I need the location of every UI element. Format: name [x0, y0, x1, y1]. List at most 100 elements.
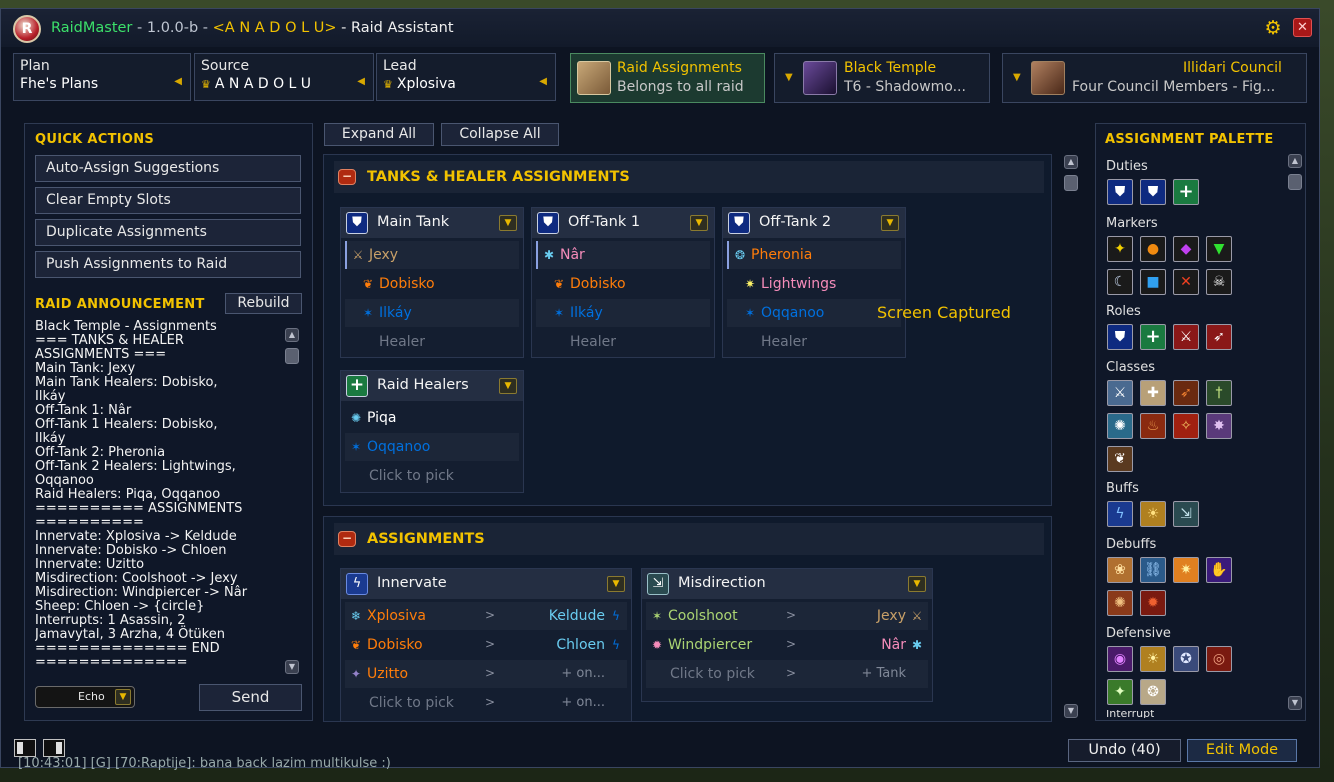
skull-marker-icon[interactable]: ☠	[1206, 269, 1232, 295]
warrior-class-icon[interactable]: ⚔	[1107, 380, 1133, 406]
clear-empty-slots-button[interactable]: Clear Empty Slots	[35, 187, 301, 214]
scroll-down-icon[interactable]: ▼	[1288, 696, 1302, 710]
mage-class-icon[interactable]: ✧	[1173, 413, 1199, 439]
shadow-protection-icon[interactable]: ◉	[1107, 646, 1133, 672]
push-assignments-button[interactable]: Push Assignments to Raid	[35, 251, 301, 278]
banish-debuff-icon[interactable]: ✷	[1173, 557, 1199, 583]
layout-right-icon[interactable]	[43, 739, 65, 757]
scrollbar-thumb[interactable]	[1288, 174, 1302, 190]
misdirection-buff-icon[interactable]: ⇲	[1173, 501, 1199, 527]
scroll-down-icon[interactable]: ▼	[1064, 704, 1078, 718]
list-item[interactable]: ✶ Ilkáy	[345, 299, 519, 327]
triangle-marker-icon[interactable]: ▼	[1206, 236, 1232, 262]
auto-assign-button[interactable]: Auto-Assign Suggestions	[35, 155, 301, 182]
list-item[interactable]: ✶ Ilkáy	[536, 299, 710, 327]
list-item[interactable]: ✺ Piqa	[345, 404, 519, 432]
list-item[interactable]: ✱ Nâr	[536, 241, 710, 269]
trap-debuff-icon[interactable]: ✺	[1107, 590, 1133, 616]
healer-duty-icon[interactable]: +	[1173, 179, 1199, 205]
scrollbar-thumb[interactable]	[1064, 175, 1078, 191]
sheep-debuff-icon[interactable]: ❀	[1107, 557, 1133, 583]
table-row[interactable]: ❄ Xplosiva > Keldude ϟ	[345, 602, 627, 630]
list-item[interactable]: Click to pick	[345, 462, 519, 490]
table-row[interactable]: ❦ Dobisko > Chloen ϟ	[345, 631, 627, 659]
divine-shield-icon[interactable]: ☀	[1140, 646, 1166, 672]
edit-mode-button[interactable]: Edit Mode	[1187, 739, 1297, 762]
warlock-class-icon[interactable]: ✸	[1206, 413, 1232, 439]
plan-dropdown[interactable]: Plan Fhe's Plans ◀	[13, 53, 191, 101]
list-item[interactable]: ❦ Dobisko	[345, 270, 519, 298]
duplicate-assignments-button[interactable]: Duplicate Assignments	[35, 219, 301, 246]
list-item[interactable]: ✶ Oqqanoo	[345, 433, 519, 461]
raid-assignments-card[interactable]: Raid Assignments Belongs to all raid	[570, 53, 765, 103]
star-marker-icon[interactable]: ✦	[1107, 236, 1133, 262]
collapse-icon[interactable]: −	[338, 531, 356, 547]
list-item[interactable]: ⚔ Jexy	[345, 241, 519, 269]
table-row[interactable]: ✹ Windpiercer > Nâr ✱	[646, 631, 928, 659]
chevron-down-icon[interactable]: ▼	[881, 215, 899, 231]
source-dropdown[interactable]: Source ♛ A N A D O L U ◀	[194, 53, 374, 101]
rebuild-button[interactable]: Rebuild	[225, 293, 302, 314]
list-item[interactable]: ✶ Oqqanoo	[727, 299, 901, 327]
innervate-buff-icon[interactable]: ϟ	[1107, 501, 1133, 527]
collapse-icon[interactable]: −	[338, 169, 356, 185]
tank-role-icon[interactable]: ⛊	[1107, 324, 1133, 350]
paladin-class-icon[interactable]: ✚	[1140, 380, 1166, 406]
shaman-class-icon[interactable]: ♨	[1140, 413, 1166, 439]
healer-role-icon[interactable]: +	[1140, 324, 1166, 350]
gear-icon[interactable]: ⚙	[1263, 18, 1283, 38]
power-infusion-buff-icon[interactable]: ☀	[1140, 501, 1166, 527]
table-row[interactable]: Click to pick > + Tank	[646, 660, 928, 688]
priest-class-icon[interactable]: ✺	[1107, 413, 1133, 439]
chevron-down-icon[interactable]: ▼	[690, 215, 708, 231]
scroll-up-icon[interactable]: ▲	[1064, 155, 1078, 169]
encounter-card[interactable]: ▼ Illidari Council Four Council Members …	[1002, 53, 1307, 103]
table-row[interactable]: ✶ Coolshoot > Jexy ⚔	[646, 602, 928, 630]
tanks-healer-header[interactable]: − TANKS & HEALER ASSIGNMENTS	[334, 161, 1044, 193]
scroll-up-icon[interactable]: ▲	[1288, 154, 1302, 168]
title-bar[interactable]: R RaidMaster - 1.0.0-b - <A N A D O L U>…	[1, 9, 1319, 47]
layout-left-icon[interactable]	[14, 739, 36, 757]
table-row[interactable]: Click to pick > + on...	[345, 689, 627, 717]
fear-debuff-icon[interactable]: ✋	[1206, 557, 1232, 583]
rogue-class-icon[interactable]: †	[1206, 380, 1232, 406]
tank-duty-icon[interactable]: ⛊	[1107, 179, 1133, 205]
square-marker-icon[interactable]: ■	[1140, 269, 1166, 295]
collapse-all-button[interactable]: Collapse All	[441, 123, 559, 146]
send-button[interactable]: Send	[199, 684, 302, 711]
moon-marker-icon[interactable]: ☾	[1107, 269, 1133, 295]
hunter-class-icon[interactable]: ➶	[1173, 380, 1199, 406]
melee-role-icon[interactable]: ⚔	[1173, 324, 1199, 350]
pain-suppression-icon[interactable]: ✪	[1173, 646, 1199, 672]
chevron-down-icon[interactable]: ▼	[499, 215, 517, 231]
scrollbar-thumb[interactable]	[285, 348, 299, 364]
list-item[interactable]: ❦ Dobisko	[536, 270, 710, 298]
scroll-down-icon[interactable]: ▼	[285, 660, 299, 674]
list-item[interactable]: ❂ Pheronia	[727, 241, 901, 269]
chevron-down-icon[interactable]: ▼	[499, 378, 517, 394]
circle-marker-icon[interactable]: ●	[1140, 236, 1166, 262]
assignments-header[interactable]: − ASSIGNMENTS	[334, 523, 1044, 555]
list-item[interactable]: ✷ Lightwings	[727, 270, 901, 298]
chevron-down-icon[interactable]: ▼	[607, 576, 625, 592]
druid-class-icon[interactable]: ❦	[1107, 446, 1133, 472]
shackle-debuff-icon[interactable]: ⛓	[1140, 557, 1166, 583]
announcement-text[interactable]: Black Temple - Assignments === TANKS & H…	[35, 320, 289, 676]
ranged-role-icon[interactable]: ➶	[1206, 324, 1232, 350]
expand-all-button[interactable]: Expand All	[324, 123, 434, 146]
undo-button[interactable]: Undo (40)	[1068, 739, 1181, 762]
cross-marker-icon[interactable]: ✕	[1173, 269, 1199, 295]
blessing-protection-icon[interactable]: ◎	[1206, 646, 1232, 672]
list-item[interactable]: Healer	[345, 328, 519, 356]
diamond-marker-icon[interactable]: ◆	[1173, 236, 1199, 262]
curse-debuff-icon[interactable]: ✹	[1140, 590, 1166, 616]
table-row[interactable]: ✦ Uzitto > + on...	[345, 660, 627, 688]
scroll-up-icon[interactable]: ▲	[285, 328, 299, 342]
guardian-icon[interactable]: ❂	[1140, 679, 1166, 705]
instance-card[interactable]: ▼ Black Temple T6 - Shadowmo...	[774, 53, 990, 103]
lead-dropdown[interactable]: Lead ♛ Xplosiva ◀	[376, 53, 556, 101]
list-item[interactable]: Healer	[536, 328, 710, 356]
offtank-duty-icon[interactable]: ⛊	[1140, 179, 1166, 205]
channel-dropdown[interactable]: Echo ▼	[35, 686, 135, 708]
list-item[interactable]: Healer	[727, 328, 901, 356]
